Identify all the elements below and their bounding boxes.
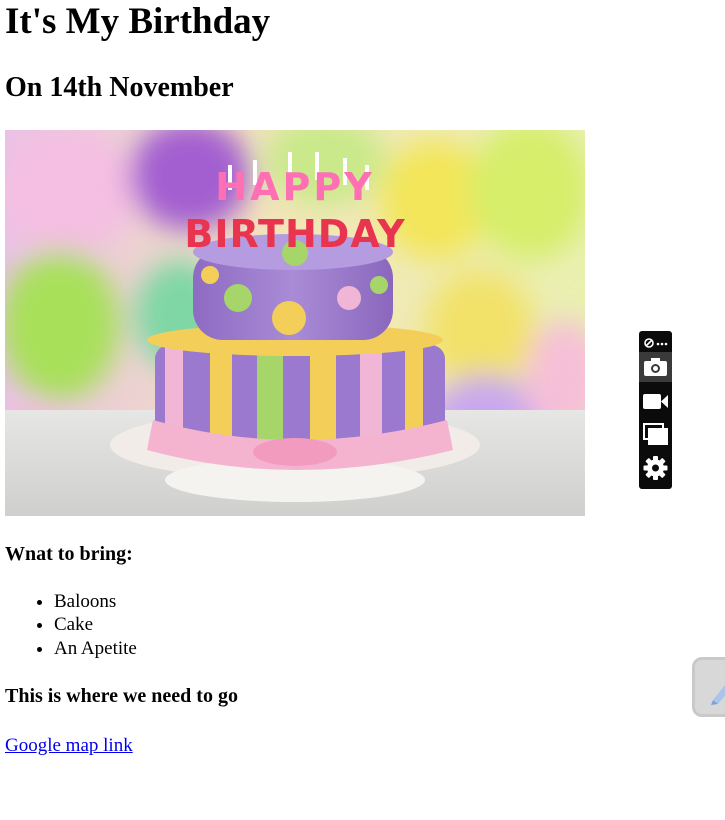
pen-icon xyxy=(711,685,725,705)
page-subtitle: On 14th November xyxy=(5,72,234,103)
cake-topper-happy: HAPPY xyxy=(215,165,374,209)
bring-heading: Wnat to bring: xyxy=(5,543,133,565)
capture-toolbar xyxy=(639,331,672,489)
list-item: Cake xyxy=(54,613,137,636)
gear-icon[interactable] xyxy=(639,452,672,484)
birthday-cake-image: HAPPY BIRTHDAY xyxy=(5,130,585,516)
page-content: It's My Birthday On 14th November HAPPY … xyxy=(5,0,605,756)
bring-list: Baloons Cake An Apetite xyxy=(5,590,137,660)
list-item: An Apetite xyxy=(54,637,137,660)
page-title: It's My Birthday xyxy=(5,1,271,42)
window-stack-icon[interactable] xyxy=(639,419,672,449)
google-map-link[interactable]: Google map link xyxy=(5,734,133,758)
video-icon[interactable] xyxy=(639,386,672,416)
floating-assistant-button[interactable] xyxy=(692,657,725,717)
list-item: Baloons xyxy=(54,590,137,613)
location-heading: This is where we need to go xyxy=(5,685,238,707)
link-more-icon[interactable] xyxy=(639,334,672,351)
cake-topper-birthday: BIRTHDAY xyxy=(184,212,405,256)
camera-icon[interactable] xyxy=(639,352,672,382)
